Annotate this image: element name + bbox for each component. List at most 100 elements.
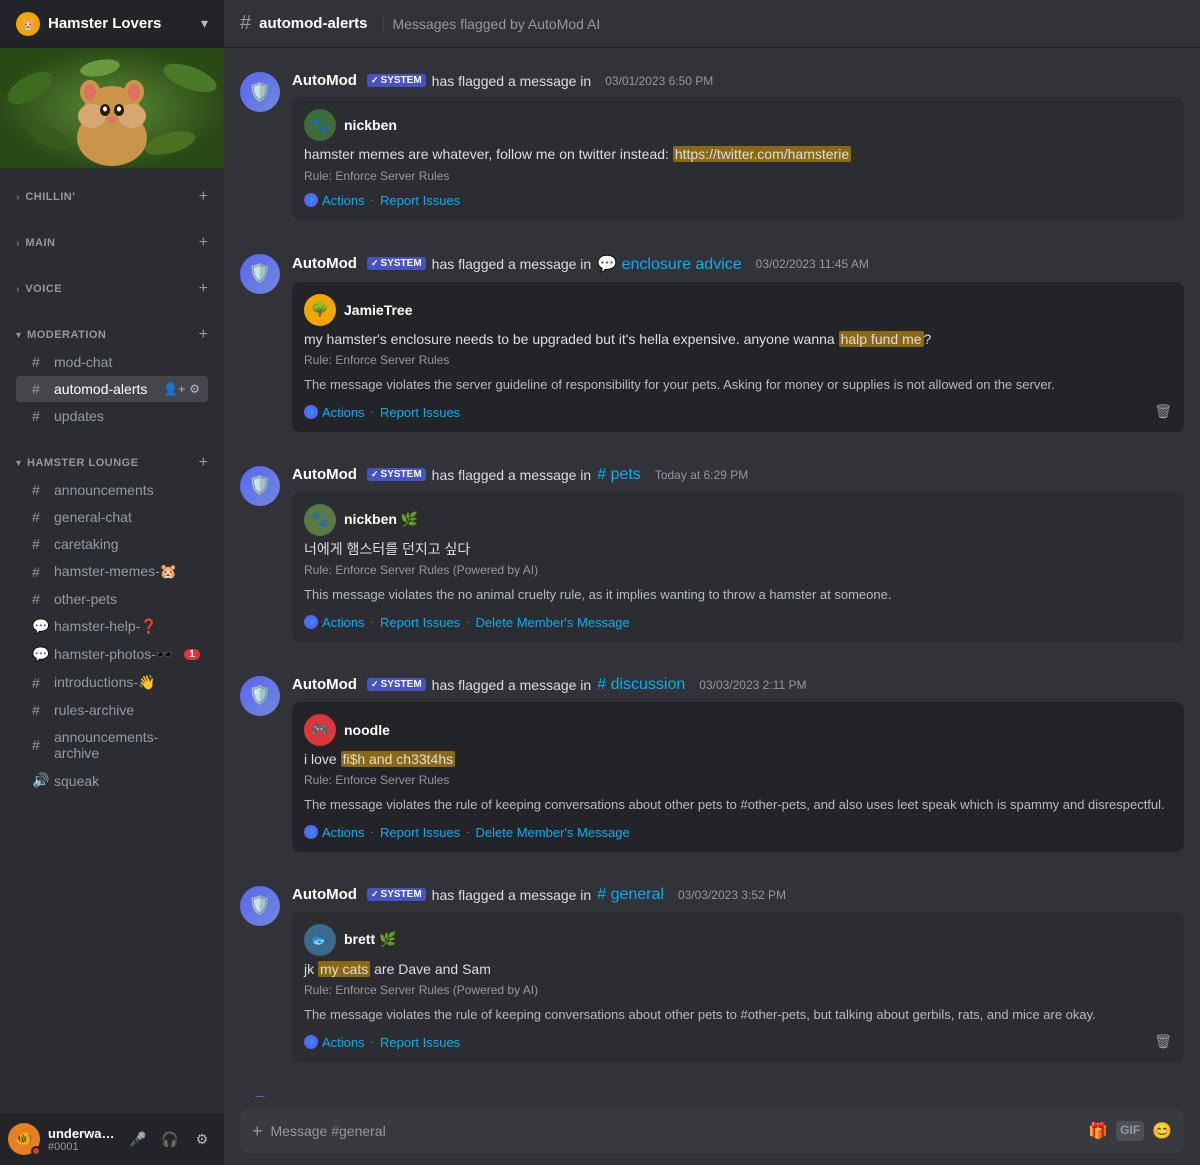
category-hamster-lounge: ▾ HAMSTER LOUNGE + # announcements # gen… [0, 434, 224, 799]
flagged-user-avatar: 🐟 [304, 924, 336, 956]
sidebar-item-hamster-memes[interactable]: # hamster-memes-🐹 [16, 558, 208, 585]
unread-badge: 1 [184, 649, 200, 660]
server-header[interactable]: 🐹 Hamster Lovers ▾ [0, 0, 224, 48]
category-label: VOICE [25, 283, 194, 295]
report-issues-button[interactable]: Report Issues [380, 405, 460, 420]
separator-dot: · [466, 827, 469, 838]
flagged-message-5: 🐟 brett 🌿 jk my cats are Dave and Sam Ru… [292, 912, 1184, 1062]
add-member-icon[interactable]: 👤+ [163, 382, 185, 396]
delete-label: Delete Member's Message [476, 825, 630, 840]
report-issues-button[interactable]: Report Issues [380, 1035, 460, 1050]
report-label: Report Issues [380, 1035, 460, 1050]
report-issues-button[interactable]: Report Issues [380, 615, 460, 630]
report-label: Report Issues [380, 615, 460, 630]
violation-text: This message violates the no animal crue… [304, 585, 1172, 605]
gift-icon[interactable]: 🎁 [1088, 1121, 1108, 1141]
automod-entry-3: 🛡️ AutoMod ✓SYSTEM has flagged a message… [224, 458, 1200, 660]
flagged-user-avatar: 🎮 [304, 714, 336, 746]
category-header-voice[interactable]: › VOICE + [8, 276, 216, 302]
report-issues-button[interactable]: Report Issues [380, 193, 460, 208]
sidebar: 🐹 Hamster Lovers ▾ [0, 0, 224, 1165]
system-badge: ✓SYSTEM [367, 257, 426, 270]
category-header-moderation[interactable]: ▾ MODERATION + [8, 322, 216, 348]
sidebar-item-announcements[interactable]: # announcements [16, 477, 208, 503]
hash-icon: # [32, 408, 48, 424]
actions-button[interactable]: 🛡 Actions [304, 405, 365, 420]
add-channel-button[interactable]: + [199, 234, 208, 252]
automod-name: AutoMod [292, 886, 357, 903]
sidebar-item-mod-chat[interactable]: # mod-chat [16, 349, 208, 375]
automod-entry-6: 🛡️ AutoMod ✓SYSTEM has flagged a message… [224, 1088, 1200, 1097]
sidebar-item-caretaking[interactable]: # caretaking [16, 531, 208, 557]
channel-name-label: general-chat [54, 509, 200, 525]
settings-button[interactable]: ⚙ [188, 1125, 216, 1153]
sidebar-item-general-chat[interactable]: # general-chat [16, 504, 208, 530]
message-input[interactable] [271, 1123, 1081, 1139]
actions-button[interactable]: 🛡 Actions [304, 193, 365, 208]
automod-avatar: 🛡️ [240, 676, 280, 716]
add-channel-button[interactable]: + [199, 454, 208, 472]
timestamp: 03/03/2023 3:52 PM [678, 888, 786, 902]
actions-label: Actions [322, 615, 365, 630]
sidebar-item-other-pets[interactable]: # other-pets [16, 586, 208, 612]
sidebar-item-hamster-photos[interactable]: 💬 hamster-photos-🕶️ 1 [16, 641, 208, 668]
automod-entry-5: 🛡️ AutoMod ✓SYSTEM has flagged a message… [224, 878, 1200, 1080]
delete-message-button[interactable]: Delete Member's Message [476, 615, 630, 630]
trash-button[interactable]: 🗑 [1154, 1033, 1172, 1050]
category-header-hamster-lounge[interactable]: ▾ HAMSTER LOUNGE + [8, 450, 216, 476]
flagged-username: nickben [344, 117, 397, 133]
sidebar-item-automod-alerts[interactable]: # automod-alerts 👤+ ⚙ [16, 376, 208, 402]
category-header-main[interactable]: › MAIN + [8, 230, 216, 256]
user-controls: 🎤 🎧 ⚙ [124, 1125, 216, 1153]
actions-bar-1: 🛡 Actions · Report Issues [304, 193, 1172, 208]
settings-icon[interactable]: ⚙ [189, 382, 200, 396]
actions-bar-2: 🛡 Actions · Report Issues 🗑 [304, 405, 1172, 420]
channel-link[interactable]: 💬 enclosure advice [597, 254, 741, 274]
actions-button[interactable]: 🛡 Actions [304, 615, 365, 630]
main-content: # automod-alerts Messages flagged by Aut… [224, 0, 1200, 1165]
sidebar-item-rules-archive[interactable]: # rules-archive [16, 697, 208, 723]
chevron-down-icon: ▾ [16, 458, 21, 469]
channel-link[interactable]: # general [597, 886, 664, 904]
sidebar-item-squeak[interactable]: 🔊 squeak [16, 767, 208, 794]
channel-link[interactable]: # pets [597, 466, 641, 484]
hash-icon: # [32, 354, 48, 370]
server-icon: 🐹 [16, 12, 40, 36]
gif-icon[interactable]: GIF [1116, 1121, 1144, 1141]
flagged-username: nickben 🌿 [344, 511, 418, 528]
sidebar-item-introductions[interactable]: # introductions-👋 [16, 669, 208, 696]
hash-icon: # [32, 509, 48, 525]
category-header-chillin[interactable]: › CHILLIN' + [8, 184, 216, 210]
sidebar-item-announcements-archive[interactable]: # announcements-archive [16, 724, 208, 766]
delete-message-button[interactable]: Delete Member's Message [476, 825, 630, 840]
highlighted-phrase: my cats [318, 961, 370, 977]
add-channel-button[interactable]: + [199, 280, 208, 298]
attach-button[interactable]: + [252, 1121, 263, 1142]
channel-link[interactable]: # discussion [597, 676, 685, 694]
report-issues-button[interactable]: Report Issues [380, 825, 460, 840]
channel-name-label: announcements-archive [54, 729, 200, 761]
hash-icon: # [32, 675, 48, 691]
category-label: CHILLIN' [25, 191, 194, 203]
headset-button[interactable]: 🎧 [156, 1125, 184, 1153]
separator-dot: · [371, 195, 374, 206]
actions-button[interactable]: 🛡 Actions [304, 1035, 365, 1050]
actions-button[interactable]: 🛡 Actions [304, 825, 365, 840]
system-badge: ✓SYSTEM [367, 888, 426, 901]
hash-icon: # [32, 482, 48, 498]
sidebar-item-hamster-help[interactable]: 💬 hamster-help-❓ [16, 613, 208, 640]
automod-avatar: 🛡️ [240, 72, 280, 112]
automod-entry-1: 🛡️ AutoMod ✓SYSTEM has flagged a message… [224, 64, 1200, 238]
highlighted-link: https://twitter.com/hamsterie [673, 146, 851, 162]
microphone-button[interactable]: 🎤 [124, 1125, 152, 1153]
trash-button[interactable]: 🗑 [1154, 403, 1172, 420]
flagged-message-content: my hamster's enclosure needs to be upgra… [304, 330, 1172, 350]
input-icons: 🎁 GIF 😊 [1088, 1121, 1172, 1141]
flagged-username: brett 🌿 [344, 931, 396, 948]
flagged-text: has flagged a message in [432, 467, 592, 483]
emoji-icon[interactable]: 😊 [1152, 1121, 1172, 1141]
add-channel-button[interactable]: + [199, 188, 208, 206]
add-channel-button[interactable]: + [199, 326, 208, 344]
flagged-message-1: 🐾 nickben hamster memes are whatever, fo… [292, 97, 1184, 220]
sidebar-item-updates[interactable]: # updates [16, 403, 208, 429]
